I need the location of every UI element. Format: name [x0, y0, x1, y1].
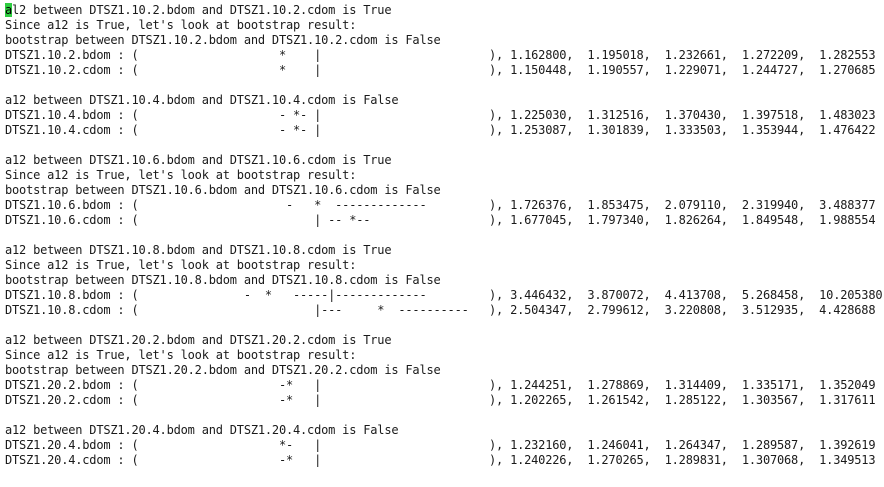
- text-cursor: a: [5, 3, 13, 17]
- terminal-line: bootstrap between DTSZ1.10.6.bdom and DT…: [5, 183, 441, 197]
- boxplot-text: DTSZ1.20.4.bdom : ( *- |: [5, 438, 322, 452]
- boxplot-text: DTSZ1.10.6.cdom : ( | -- *--: [5, 213, 371, 227]
- quantile-values: ), 3.446432, 3.870072, 4.413708, 5.26845…: [489, 288, 883, 302]
- terminal-line: a12 between DTSZ1.20.2.bdom and DTSZ1.20…: [5, 333, 392, 347]
- quantile-values: ), 2.504347, 2.799612, 3.220808, 3.51293…: [489, 303, 876, 317]
- boxplot-text: DTSZ1.20.2.bdom : ( -* |: [5, 378, 322, 392]
- quantile-values: ), 1.150448, 1.190557, 1.229071, 1.24472…: [489, 63, 876, 77]
- terminal-line: a12 between DTSZ1.20.4.bdom and DTSZ1.20…: [5, 423, 399, 437]
- terminal-line: Since a12 is True, let's look at bootstr…: [5, 18, 357, 32]
- terminal-line: a12 between DTSZ1.10.4.bdom and DTSZ1.10…: [5, 93, 399, 107]
- terminal-line: a12 between DTSZ1.10.6.bdom and DTSZ1.10…: [5, 153, 392, 167]
- quantile-values: ), 1.225030, 1.312516, 1.370430, 1.39751…: [489, 108, 876, 122]
- boxplot-text: DTSZ1.20.2.cdom : ( -* |: [5, 393, 322, 407]
- terminal-line: Since a12 is True, let's look at bootstr…: [5, 258, 357, 272]
- terminal-line: Since a12 is True, let's look at bootstr…: [5, 168, 357, 182]
- quantile-values: ), 1.253087, 1.301839, 1.333503, 1.35394…: [489, 123, 876, 137]
- quantile-values: ), 1.726376, 1.853475, 2.079110, 2.31994…: [489, 198, 876, 212]
- quantile-values: ), 1.244251, 1.278869, 1.314409, 1.33517…: [489, 378, 876, 392]
- boxplot-text: DTSZ1.10.6.bdom : ( - * -------------: [5, 198, 427, 212]
- boxplot-text: DTSZ1.10.2.cdom : ( * |: [5, 63, 322, 77]
- terminal-line: bootstrap between DTSZ1.10.2.bdom and DT…: [5, 33, 441, 47]
- quantile-values: ), 1.677045, 1.797340, 1.826264, 1.84954…: [489, 213, 876, 227]
- terminal-line: al2 between DTSZ1.10.2.bdom and DTSZ1.10…: [5, 3, 392, 18]
- quantile-values: ), 1.240226, 1.270265, 1.289831, 1.30706…: [489, 453, 876, 467]
- terminal-line: Since a12 is True, let's look at bootstr…: [5, 348, 357, 362]
- boxplot-text: DTSZ1.10.4.cdom : ( - *- |: [5, 123, 322, 137]
- terminal-line: bootstrap between DTSZ1.10.8.bdom and DT…: [5, 273, 441, 287]
- line-text: l2 between DTSZ1.10.2.bdom and DTSZ1.10.…: [12, 3, 392, 17]
- boxplot-text: DTSZ1.10.8.bdom : ( - * -----|----------…: [5, 288, 427, 302]
- boxplot-text: DTSZ1.20.4.cdom : ( -* |: [5, 453, 322, 467]
- quantile-values: ), 1.162800, 1.195018, 1.232661, 1.27220…: [489, 48, 876, 62]
- terminal-line: bootstrap between DTSZ1.20.2.bdom and DT…: [5, 363, 441, 377]
- terminal-line: a12 between DTSZ1.10.8.bdom and DTSZ1.10…: [5, 243, 392, 257]
- boxplot-text: DTSZ1.10.4.bdom : ( - *- |: [5, 108, 322, 122]
- boxplot-text: DTSZ1.10.2.bdom : ( * |: [5, 48, 322, 62]
- terminal-output: al2 between DTSZ1.10.2.bdom and DTSZ1.10…: [0, 0, 884, 487]
- boxplot-text: DTSZ1.10.8.cdom : ( |--- * ----------: [5, 303, 469, 317]
- quantile-values: ), 1.202265, 1.261542, 1.285122, 1.30356…: [489, 393, 876, 407]
- quantile-values: ), 1.232160, 1.246041, 1.264347, 1.28958…: [489, 438, 876, 452]
